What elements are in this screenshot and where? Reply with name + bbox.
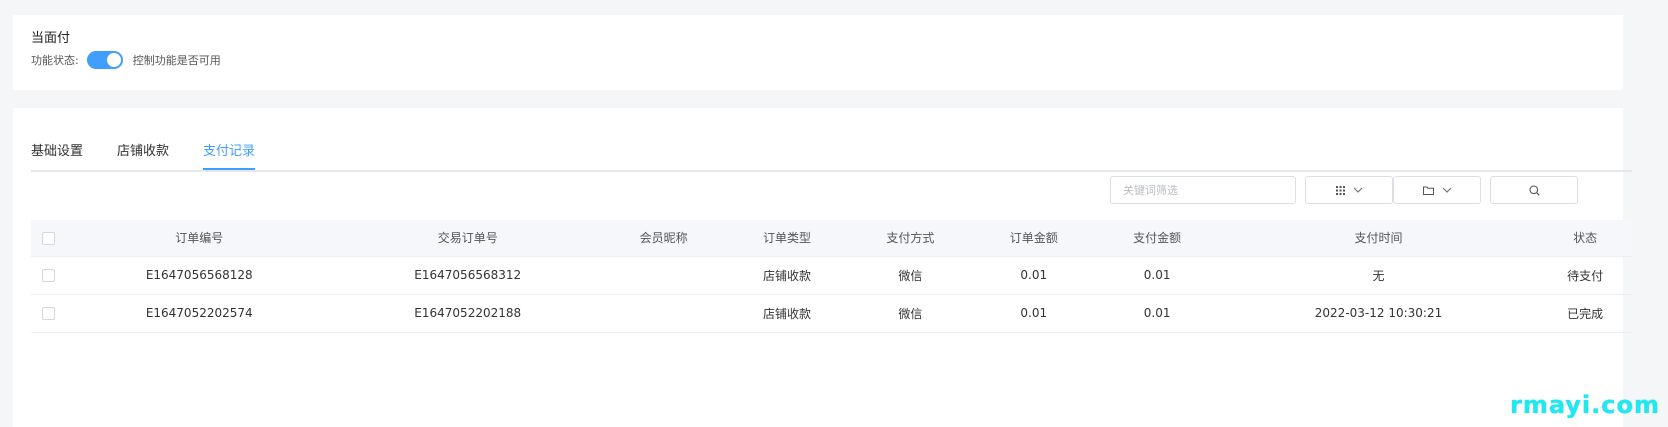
- tab-bar: 基础设置 店铺收款 支付记录: [31, 132, 1632, 172]
- paid-amount-cell: 0.01: [1095, 256, 1219, 295]
- payment-method-cell: 微信: [848, 294, 973, 333]
- column-header: 订单金额: [972, 220, 1096, 257]
- status-cell: 已完成: [1538, 294, 1632, 333]
- column-header: 支付方式: [848, 220, 973, 257]
- records-card: 基础设置 店铺收款 支付记录 关键词筛选 订单编号 交易订单号 会员昵称 订单类…: [13, 108, 1632, 427]
- status-cell: 待支付: [1538, 256, 1632, 295]
- row-checkbox[interactable]: [41, 307, 55, 320]
- payment-time-cell: 无: [1218, 256, 1539, 295]
- grid-icon: [1335, 185, 1345, 195]
- select-all-checkbox[interactable]: [41, 231, 55, 245]
- tab-payment-records[interactable]: 支付记录: [203, 132, 256, 170]
- table-header-row: 订单编号 交易订单号 会员昵称 订单类型 支付方式 订单金额 支付金额 支付时间…: [31, 220, 1632, 257]
- filter-bar: [1110, 176, 1578, 204]
- column-header: 交易订单号: [333, 220, 602, 257]
- trade-order-number-cell: E1647052202188: [333, 294, 602, 333]
- search-button[interactable]: [1490, 176, 1578, 204]
- folder-icon: [1422, 186, 1434, 195]
- folder-select[interactable]: [1393, 176, 1481, 204]
- column-header: 支付金额: [1095, 220, 1219, 257]
- chevron-down-icon: [1353, 187, 1362, 193]
- member-nickname-cell: [601, 294, 726, 333]
- trade-order-number-cell: E1647056568312: [333, 256, 602, 295]
- tab-basic-settings[interactable]: 基础设置: [31, 132, 83, 168]
- order-amount-cell: 0.01: [972, 256, 1096, 295]
- paid-amount-cell: 0.01: [1095, 294, 1219, 333]
- order-number-cell: E1647056568128: [65, 256, 334, 295]
- row-checkbox[interactable]: [41, 269, 55, 282]
- order-type-cell: 店铺收款: [725, 256, 849, 295]
- feature-card: 当面付 功能状态: 控制功能是否可用: [13, 15, 1623, 90]
- payment-records-table: 订单编号 交易订单号 会员昵称 订单类型 支付方式 订单金额 支付金额 支付时间…: [31, 220, 1632, 333]
- status-label: 功能状态:: [31, 54, 79, 67]
- order-amount-cell: 0.01: [972, 294, 1096, 333]
- payment-time-cell: 2022-03-12 10:30:21: [1218, 294, 1539, 333]
- member-nickname-cell: [601, 256, 726, 295]
- keyword-filter-input[interactable]: [1110, 176, 1296, 204]
- layout-select[interactable]: [1305, 176, 1393, 204]
- page-title: 当面付: [31, 31, 71, 46]
- watermark-logo: rmayi.com: [1509, 391, 1660, 419]
- search-icon: [1528, 184, 1540, 196]
- tab-store-collection[interactable]: 店铺收款: [117, 132, 169, 168]
- toggle-hint: 控制功能是否可用: [132, 54, 221, 67]
- order-number-cell: E1647052202574: [65, 294, 334, 333]
- column-header: 会员昵称: [601, 220, 726, 257]
- feature-status-row: 功能状态: 控制功能是否可用: [31, 51, 221, 69]
- table-row: E1647056568128 E1647056568312 店铺收款 微信 0.…: [31, 256, 1632, 295]
- order-type-cell: 店铺收款: [725, 294, 849, 333]
- payment-method-cell: 微信: [848, 256, 973, 295]
- column-header: 订单类型: [725, 220, 849, 257]
- chevron-down-icon: [1442, 187, 1451, 193]
- column-header: 支付时间: [1218, 220, 1539, 257]
- toggle-knob: [106, 53, 121, 67]
- column-header: 状态: [1538, 220, 1632, 257]
- column-header: 订单编号: [65, 220, 334, 257]
- feature-toggle[interactable]: [86, 51, 123, 69]
- table-row: E1647052202574 E1647052202188 店铺收款 微信 0.…: [31, 294, 1632, 333]
